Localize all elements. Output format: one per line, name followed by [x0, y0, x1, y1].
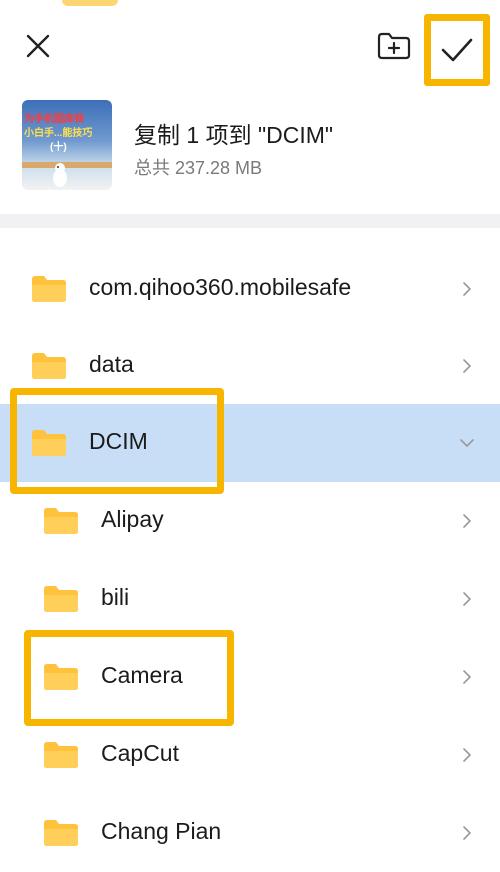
folder-name: bili — [101, 584, 130, 610]
folder-row-chang-pian[interactable]: Chang Pian — [0, 794, 500, 872]
chevron-right-icon — [463, 592, 471, 606]
highlight-camera — [24, 630, 234, 726]
copy-total-size: 总共 237.28 MB — [134, 158, 263, 178]
top-bar — [0, 0, 500, 90]
close-button[interactable] — [20, 28, 56, 64]
file-thumbnail: 为手机图库我 小白手...能技巧 (十) — [22, 100, 112, 190]
folder-name: Chang Pian — [101, 818, 222, 844]
chevron-right-icon — [463, 282, 471, 296]
folder-row-capcut[interactable]: CapCut — [0, 716, 500, 794]
folder-name: com.qihoo360.mobilesafe — [89, 274, 352, 300]
folder-icon — [32, 276, 66, 302]
chevron-right-icon — [463, 748, 471, 762]
chevron-right-icon — [463, 826, 471, 840]
folder-name: data — [89, 351, 134, 377]
folder-name: Alipay — [101, 506, 164, 532]
folder-icon — [32, 353, 66, 379]
copy-destination-title: 复制 1 项到 "DCIM" — [134, 122, 334, 148]
highlight-dcim — [10, 388, 224, 494]
thumbnail-figure — [22, 162, 112, 187]
checkmark-icon — [441, 38, 473, 62]
chevron-down-icon — [460, 439, 474, 447]
folder-name: CapCut — [101, 740, 179, 766]
new-folder-button[interactable] — [376, 30, 412, 62]
chevron-right-icon — [463, 670, 471, 684]
folder-icon — [44, 508, 78, 534]
folder-row-com-qihoo360-mobilesafe[interactable]: com.qihoo360.mobilesafe — [0, 250, 500, 328]
folder-icon — [44, 742, 78, 768]
folder-row-bili[interactable]: bili — [0, 560, 500, 638]
chevron-right-icon — [463, 359, 471, 373]
copy-info-panel: 为手机图库我 小白手...能技巧 (十) 复制 1 项到 "DCIM" 总共 2… — [0, 92, 500, 210]
confirm-button[interactable] — [424, 14, 490, 86]
folder-icon — [44, 820, 78, 846]
close-icon — [26, 34, 50, 58]
folder-icon — [44, 586, 78, 612]
new-folder-icon — [377, 32, 411, 60]
section-divider — [0, 214, 500, 228]
chevron-right-icon — [463, 514, 471, 528]
